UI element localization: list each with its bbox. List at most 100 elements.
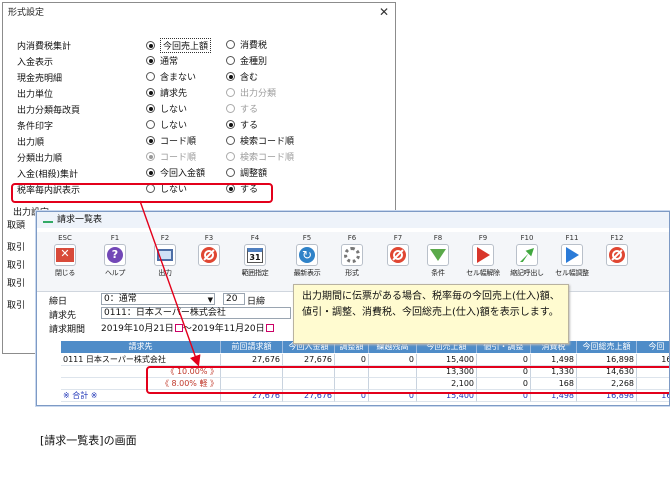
output-setting-label: 取頭 <box>7 221 26 231</box>
tax-rate-rows-highlight <box>146 366 669 394</box>
recall-icon <box>516 244 538 266</box>
chart-icon <box>43 215 53 223</box>
radio-icon[interactable] <box>226 88 235 97</box>
radio-icon[interactable] <box>226 120 235 129</box>
option-row: 現金売明細 含まない 含む <box>3 69 383 85</box>
column-header[interactable]: 今回総売上額 <box>577 341 637 353</box>
option-radio-a[interactable]: コード順 <box>146 150 196 163</box>
period-start[interactable]: 2019年10月21日 <box>101 324 174 334</box>
option-row: 出力順 コード順 検索コード順 <box>3 133 383 149</box>
radio-icon[interactable] <box>226 152 235 161</box>
table-cell[interactable]: 0 <box>477 354 531 366</box>
period-range[interactable]: 2019年10月21日 ～2019年11月20日 <box>101 321 274 334</box>
window-title-bar: 請求一覧表 <box>37 212 669 228</box>
option-radio-b[interactable]: 検索コード順 <box>226 134 294 147</box>
option-radio-b[interactable]: する <box>226 102 258 115</box>
output-setting-label: 取引 <box>7 261 26 271</box>
table-cell[interactable]: 27,676 <box>221 354 283 366</box>
disabled-icon <box>198 244 220 266</box>
function-key-label: F12 <box>610 234 624 242</box>
toolbar-button-f6[interactable]: F6 形式 <box>332 234 372 290</box>
radio-icon[interactable] <box>226 56 235 65</box>
radio-icon[interactable] <box>226 168 235 177</box>
closing-day-stepper[interactable]: 20 <box>223 293 245 305</box>
table-cell[interactable]: 0 <box>335 354 369 366</box>
billing-label: 請求先 <box>49 311 77 321</box>
table-cell[interactable]: 1,498 <box>531 354 577 366</box>
toolbar-button-f12[interactable]: F12 <box>597 234 637 290</box>
option-radio-a[interactable]: 今回売上額 <box>146 38 212 53</box>
option-a-label: 請求先 <box>160 89 188 99</box>
option-radio-a[interactable]: しない <box>146 118 187 131</box>
output-icon <box>154 244 176 266</box>
table-cell[interactable]: 27,676 <box>283 354 335 366</box>
radio-icon[interactable] <box>226 136 235 145</box>
toolbar-button-f9[interactable]: F9 セル幅解除 <box>463 234 503 290</box>
option-b-label: 含む <box>240 73 259 83</box>
toolbar-button-label: セル幅解除 <box>466 269 500 277</box>
radio-icon[interactable] <box>226 104 235 113</box>
calendar-icon[interactable] <box>174 324 183 332</box>
table-cell[interactable]: 16,898 <box>577 354 637 366</box>
option-row: 入金(相殺)集計 今回入金額 調整額 <box>3 165 383 181</box>
column-header[interactable]: 前回請求額 <box>221 341 283 353</box>
radio-icon[interactable] <box>226 40 235 49</box>
closing-value: 0：通常 <box>104 294 137 304</box>
option-radio-a[interactable]: しない <box>146 102 187 115</box>
radio-icon[interactable] <box>146 88 155 97</box>
radio-icon[interactable] <box>146 56 155 65</box>
option-radio-a[interactable]: 今回入金額 <box>146 166 205 179</box>
toolbar-button-f2[interactable]: F2 出力 <box>145 234 185 290</box>
toolbar-button-f8[interactable]: F8 条件 <box>418 234 458 290</box>
closing-label: 締日 <box>49 297 68 307</box>
option-radio-b[interactable]: 調整額 <box>226 166 267 179</box>
option-radio-a[interactable]: コード順 <box>146 134 196 147</box>
option-b-label: 検索コード順 <box>240 137 295 147</box>
option-label: 条件印字 <box>17 122 54 132</box>
radio-icon[interactable] <box>226 72 235 81</box>
toolbar-button-f3[interactable]: F3 <box>189 234 229 290</box>
column-header[interactable]: 今回 <box>637 341 669 353</box>
billing-input[interactable]: 0111：日本スーパー株式会社 <box>101 307 291 319</box>
toolbar-button-f11[interactable]: F11 セル幅調整 <box>552 234 592 290</box>
table-cell[interactable]: 0111 日本スーパー株式会社 <box>61 354 221 366</box>
option-a-label: コード順 <box>160 153 197 163</box>
function-key-label: F6 <box>347 234 357 242</box>
period-end[interactable]: 2019年11月20日 <box>192 324 265 334</box>
radio-icon[interactable] <box>146 120 155 129</box>
table-cell[interactable]: 0 <box>369 354 417 366</box>
radio-icon[interactable] <box>146 152 155 161</box>
toolbar-button-f4[interactable]: F4 31 範囲指定 <box>235 234 275 290</box>
radio-icon[interactable] <box>146 168 155 177</box>
option-radio-b[interactable]: 検索コード順 <box>226 150 294 163</box>
calendar-icon: 31 <box>244 244 266 266</box>
option-row: 出力単位 請求先 出力分類 <box>3 85 383 101</box>
table-cell[interactable]: 16, <box>637 354 669 366</box>
option-radio-a[interactable]: 含まない <box>146 70 196 83</box>
radio-icon[interactable] <box>146 72 155 81</box>
option-b-label: 消費税 <box>240 41 268 51</box>
radio-icon[interactable] <box>146 104 155 113</box>
option-radio-a[interactable]: 請求先 <box>146 86 187 99</box>
table-cell[interactable]: 15,400 <box>417 354 477 366</box>
closing-select[interactable]: 0：通常 ▼ <box>101 293 215 305</box>
toolbar-button-f1[interactable]: F1? ヘルプ <box>95 234 135 290</box>
option-radio-b[interactable]: 消費税 <box>226 38 267 51</box>
option-radio-b[interactable]: する <box>226 118 258 131</box>
cell-width-adjust-icon <box>561 244 583 266</box>
option-label: 現金売明細 <box>17 74 63 84</box>
radio-icon[interactable] <box>146 136 155 145</box>
option-radio-b[interactable]: 含む <box>226 70 258 83</box>
column-header[interactable]: 請求先 <box>61 341 221 353</box>
function-key-label: F7 <box>393 234 403 242</box>
option-radio-a[interactable]: 通常 <box>146 54 178 67</box>
toolbar-button-f10[interactable]: F10 縮記呼出し <box>507 234 547 290</box>
close-icon[interactable]: ✕ <box>379 5 389 19</box>
calendar-icon[interactable] <box>265 324 274 332</box>
toolbar-button-esc[interactable]: ESC 閉じる <box>45 234 85 290</box>
option-radio-b[interactable]: 金種別 <box>226 54 267 67</box>
option-radio-b[interactable]: 出力分類 <box>226 86 276 99</box>
toolbar-button-f5[interactable]: F5 ↻ 最新表示 <box>287 234 327 290</box>
radio-icon[interactable] <box>146 41 155 50</box>
toolbar-button-f7[interactable]: F7 <box>378 234 418 290</box>
